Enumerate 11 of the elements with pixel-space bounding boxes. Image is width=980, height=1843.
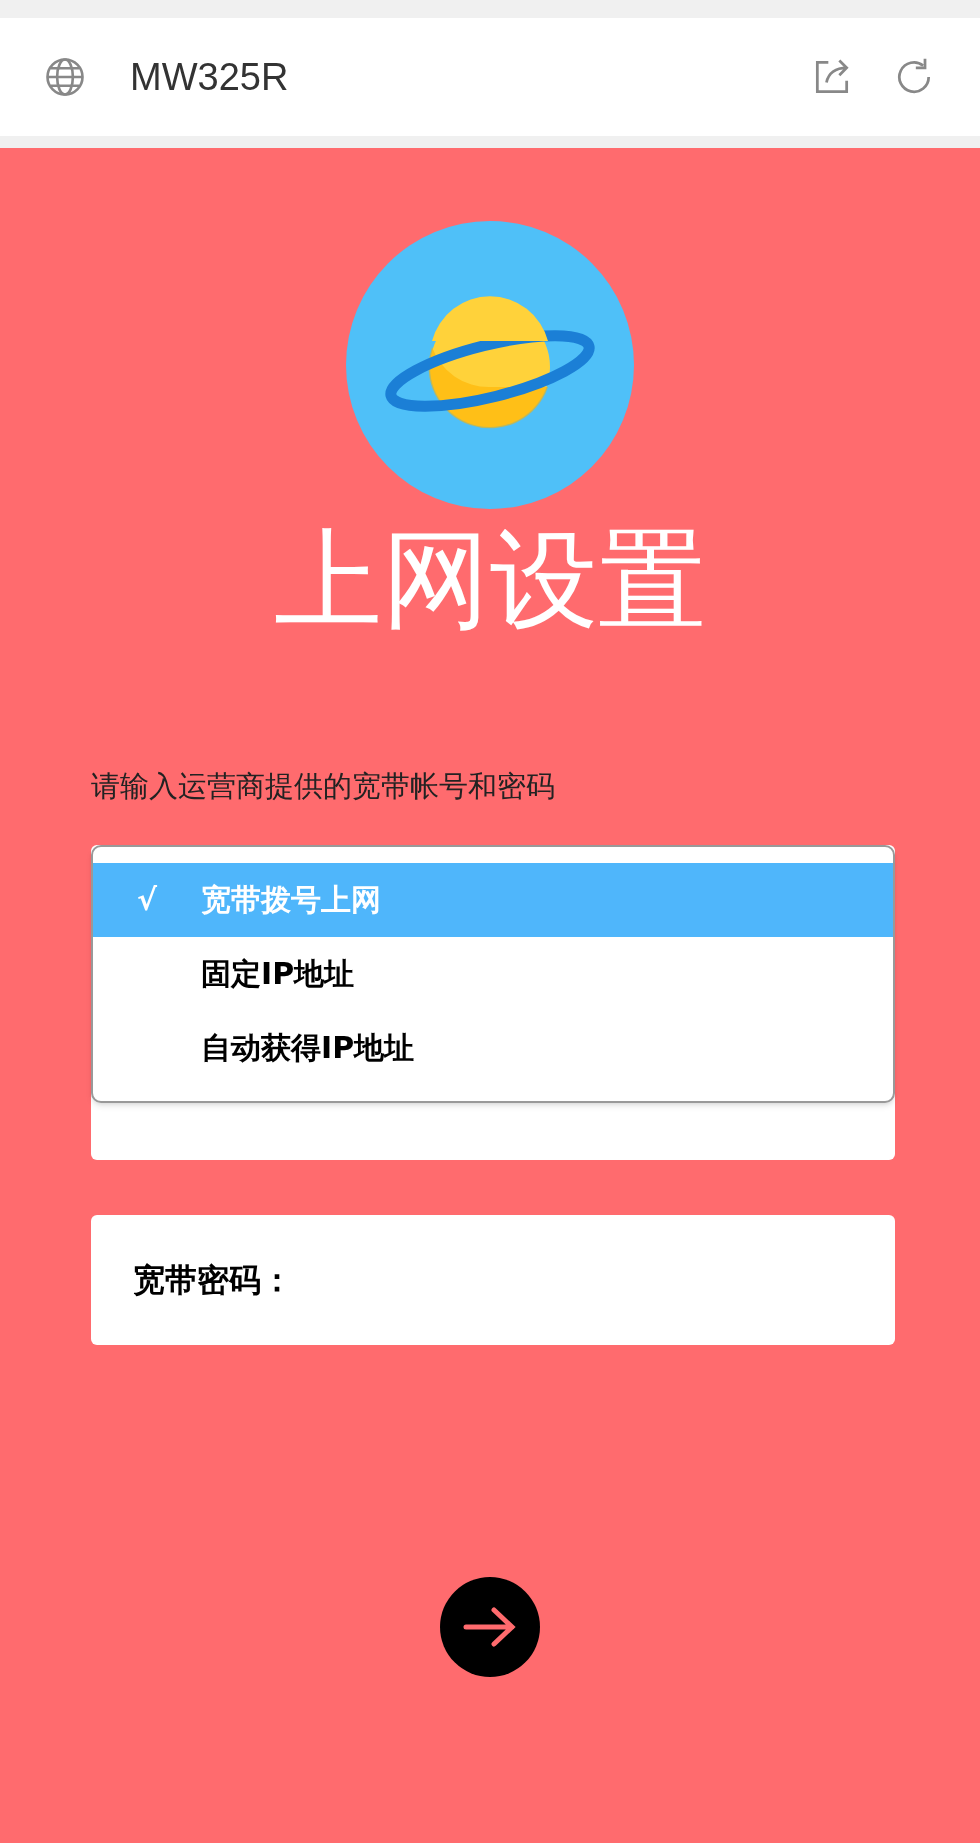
password-field[interactable]: 宽带密码： <box>91 1214 895 1345</box>
page-heading: 上网设置 <box>274 516 706 644</box>
instruction-text: 请输入运营商提供的宽带帐号和密码 <box>91 768 556 805</box>
globe-icon[interactable] <box>44 56 86 98</box>
dropdown-option[interactable]: 固定IP地址 <box>93 936 893 1011</box>
dropdown-option[interactable]: 自动获得IP地址 <box>93 1010 893 1085</box>
arrow-right-icon <box>462 1604 518 1649</box>
check-mark: √ <box>136 881 158 919</box>
page-title: MW325R <box>130 54 289 100</box>
password-label: 宽带密码： <box>133 1259 293 1301</box>
planet-logo-icon <box>346 221 634 509</box>
